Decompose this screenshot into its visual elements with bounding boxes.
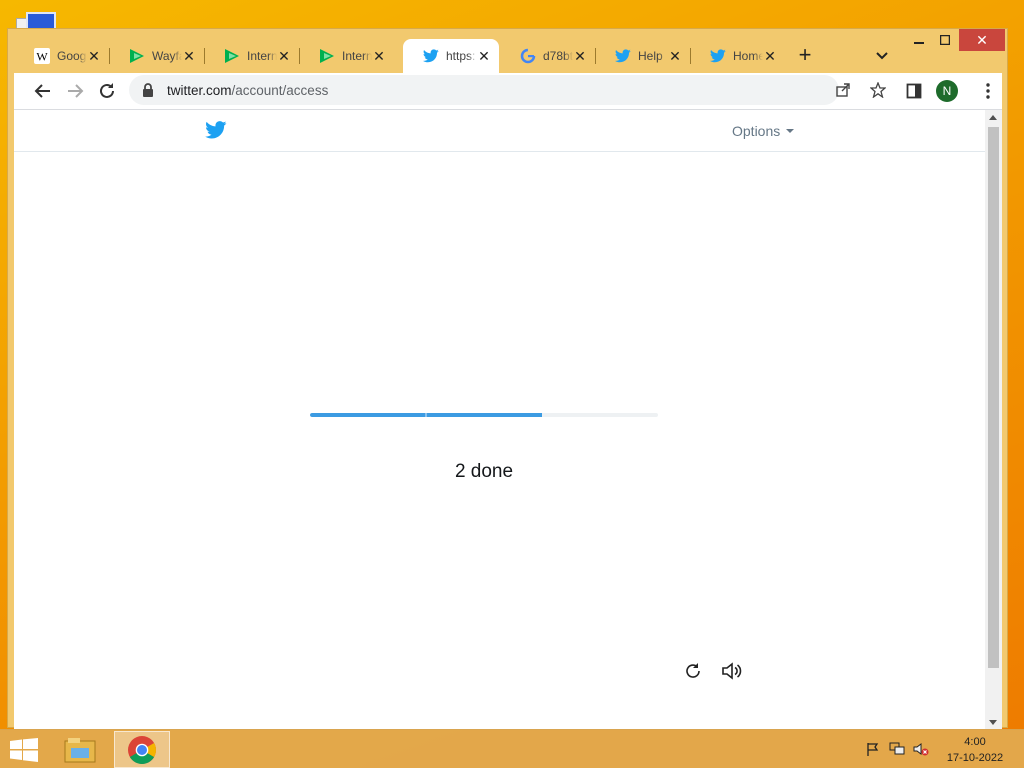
clock-date: 17-10-2022 bbox=[946, 752, 1004, 764]
close-tab-icon[interactable]: ✕ bbox=[763, 48, 777, 64]
file-explorer-icon[interactable] bbox=[52, 731, 108, 768]
caret-down-icon bbox=[786, 129, 795, 133]
minimize-button[interactable] bbox=[906, 29, 932, 51]
tab-internshala-2[interactable]: Intern ✕ bbox=[299, 39, 394, 73]
tab-twitter-active[interactable]: https: ✕ bbox=[403, 39, 499, 73]
speaker-audio-icon[interactable] bbox=[720, 659, 744, 683]
svg-text:W: W bbox=[36, 50, 48, 64]
tab-title: Wayfa bbox=[152, 49, 182, 63]
tab-twitter-help[interactable]: Help ✕ bbox=[595, 39, 690, 73]
close-tab-icon[interactable]: ✕ bbox=[477, 48, 491, 64]
tab-internshala-1[interactable]: Intern ✕ bbox=[204, 39, 299, 73]
twitter-icon bbox=[615, 48, 631, 64]
reload-icon[interactable] bbox=[95, 79, 119, 103]
tab-title: Home bbox=[733, 49, 763, 63]
kebab-menu-icon[interactable] bbox=[976, 79, 1000, 103]
scroll-up-arrow-icon[interactable] bbox=[989, 115, 997, 120]
bookmark-star-icon[interactable] bbox=[868, 80, 888, 100]
tab-title: d78bt bbox=[543, 49, 573, 63]
tab-strip: W Googl ✕ Wayfa ✕ Intern ✕ Intern ✕ bbox=[8, 29, 1007, 73]
options-label: Options bbox=[732, 123, 781, 139]
google-icon bbox=[520, 48, 536, 64]
network-icon[interactable] bbox=[888, 741, 906, 757]
tab-google-wiki[interactable]: W Googl ✕ bbox=[14, 39, 109, 73]
back-arrow-icon[interactable] bbox=[31, 79, 55, 103]
vertical-scrollbar[interactable] bbox=[985, 110, 1002, 730]
progress-segment-divider bbox=[425, 413, 427, 417]
wayfair-icon bbox=[129, 48, 145, 64]
tab-wayfair[interactable]: Wayfa ✕ bbox=[109, 39, 204, 73]
tab-title: Intern bbox=[247, 49, 277, 63]
chrome-taskbar-icon[interactable] bbox=[114, 731, 170, 768]
maximize-button[interactable] bbox=[932, 29, 958, 51]
tab-title: https: bbox=[446, 49, 476, 63]
share-icon[interactable] bbox=[833, 80, 853, 100]
close-tab-icon[interactable]: ✕ bbox=[573, 48, 587, 64]
tab-google[interactable]: d78bt ✕ bbox=[500, 39, 595, 73]
internshala-icon bbox=[319, 48, 335, 64]
options-dropdown[interactable]: Options bbox=[732, 123, 795, 139]
scroll-down-arrow-icon[interactable] bbox=[989, 720, 997, 725]
twitter-icon bbox=[710, 48, 726, 64]
twitter-logo-icon[interactable] bbox=[205, 121, 227, 141]
profile-avatar[interactable]: N bbox=[936, 80, 958, 102]
reload-challenge-icon[interactable] bbox=[681, 659, 705, 683]
address-bar[interactable]: twitter.com/account/access bbox=[129, 75, 886, 105]
close-tab-icon[interactable]: ✕ bbox=[668, 48, 682, 64]
close-tab-icon[interactable]: ✕ bbox=[277, 48, 291, 64]
scrollbar-thumb[interactable] bbox=[988, 127, 999, 668]
status-text: 2 done bbox=[454, 461, 514, 482]
action-center-flag-icon[interactable] bbox=[864, 741, 882, 757]
tab-title: Intern bbox=[342, 49, 372, 63]
close-tab-icon[interactable]: ✕ bbox=[182, 48, 196, 64]
tab-twitter-home[interactable]: Home ✕ bbox=[690, 39, 785, 73]
close-tab-icon[interactable]: ✕ bbox=[372, 48, 386, 64]
windows-start-icon[interactable] bbox=[10, 738, 38, 762]
progress-bar bbox=[310, 413, 658, 417]
forward-arrow-icon[interactable] bbox=[63, 79, 87, 103]
close-window-button[interactable]: ✕ bbox=[959, 29, 1005, 51]
clock-time: 4:00 bbox=[964, 736, 986, 748]
desktop-shortcut-icon[interactable] bbox=[14, 8, 60, 30]
lock-icon[interactable] bbox=[141, 82, 155, 98]
new-tab-button[interactable]: + bbox=[794, 44, 816, 67]
browser-window: W Googl ✕ Wayfa ✕ Intern ✕ Intern ✕ bbox=[7, 28, 1008, 730]
internshala-icon bbox=[224, 48, 240, 64]
taskbar: 4:00 17-10-2022 bbox=[0, 729, 1024, 768]
page-viewport: Options 2 done bbox=[14, 109, 1002, 730]
wikipedia-icon: W bbox=[34, 48, 50, 64]
tab-title: Googl bbox=[57, 49, 87, 63]
browser-toolbar: twitter.com/account/access N bbox=[14, 73, 1002, 109]
tab-title: Help bbox=[638, 49, 663, 63]
close-tab-icon[interactable]: ✕ bbox=[87, 48, 101, 64]
url-text[interactable]: twitter.com/account/access bbox=[167, 83, 328, 98]
system-clock[interactable]: 4:00 17-10-2022 bbox=[930, 734, 1020, 766]
side-panel-icon[interactable] bbox=[902, 79, 926, 103]
twitter-icon bbox=[423, 48, 439, 64]
volume-muted-icon[interactable] bbox=[912, 741, 930, 757]
site-header: Options bbox=[14, 110, 985, 152]
tab-search-chevron-icon[interactable] bbox=[872, 46, 892, 66]
